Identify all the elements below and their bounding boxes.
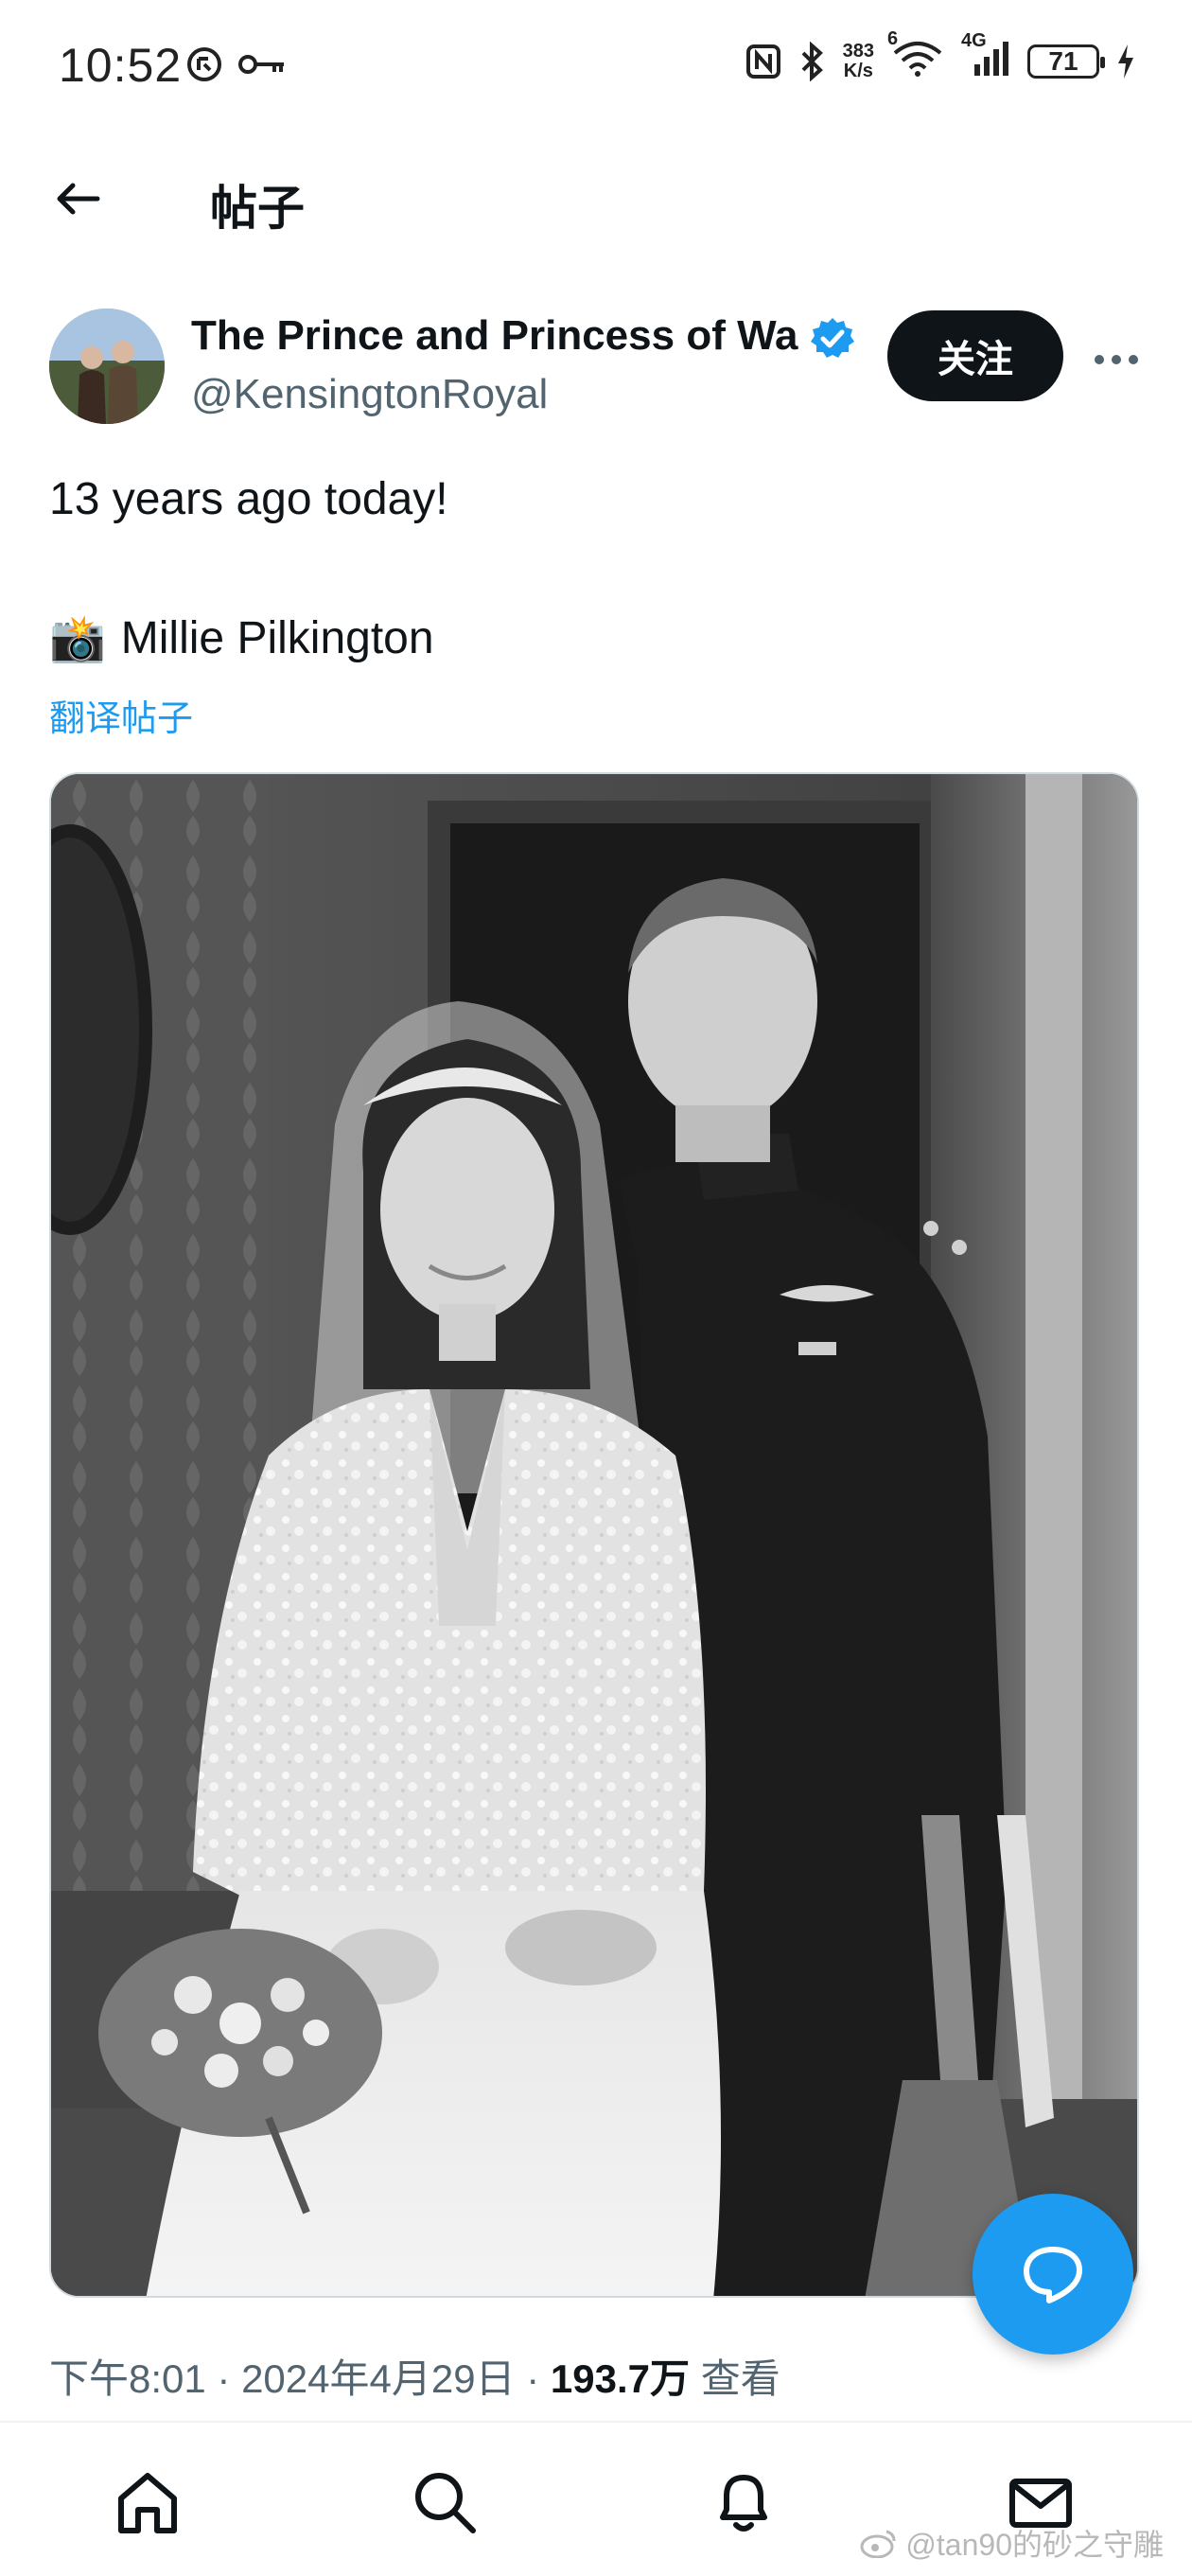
nav-notifications[interactable] bbox=[706, 2464, 781, 2540]
data-saver-icon bbox=[187, 47, 221, 81]
translate-post-link[interactable]: 翻译帖子 bbox=[49, 689, 193, 741]
search-icon bbox=[415, 2473, 476, 2533]
follow-button[interactable]: 关注 bbox=[887, 310, 1063, 401]
charging-icon bbox=[1118, 44, 1133, 79]
post-photo[interactable] bbox=[49, 772, 1139, 2298]
bell-icon bbox=[720, 2475, 767, 2532]
status-bar: 10:52 383 K/s 6 4G 71 bbox=[0, 0, 1192, 132]
watermark: @tan90的砂之守雕 bbox=[860, 2521, 1164, 2565]
avatar[interactable] bbox=[49, 309, 165, 424]
nav-search[interactable] bbox=[407, 2464, 482, 2540]
status-time: 10:52 bbox=[59, 39, 183, 92]
weibo-logo-icon bbox=[860, 2530, 896, 2558]
bluetooth-icon bbox=[801, 41, 823, 81]
post-author: The Prince and Princess of Wa @Kensingto… bbox=[0, 303, 1192, 435]
network-speed: 383 K/s bbox=[842, 40, 874, 81]
nav-home[interactable] bbox=[110, 2464, 185, 2540]
post-date: 2024年4月29日 bbox=[241, 2356, 516, 2401]
views-label: 查看 bbox=[700, 2356, 780, 2401]
more-button[interactable] bbox=[1088, 331, 1145, 388]
top-bar: 帖子 bbox=[0, 142, 1192, 256]
home-icon bbox=[118, 2473, 177, 2533]
watermark-text: @tan90的砂之守雕 bbox=[905, 2528, 1164, 2562]
wifi-label: 6 bbox=[887, 28, 899, 49]
avatar-image bbox=[49, 309, 165, 424]
network-type: 4G bbox=[961, 30, 987, 51]
nfc-icon bbox=[745, 44, 780, 79]
post-time: 下午8:01 bbox=[49, 2356, 206, 2401]
post-meta: 下午8:01 · 2024年4月29日 · 193.7万 查看 bbox=[49, 2356, 780, 2401]
battery-indicator: 71 bbox=[1027, 44, 1105, 79]
compose-reply-button[interactable] bbox=[973, 2194, 1133, 2355]
post-text: 13 years ago today! bbox=[49, 474, 448, 524]
wifi-icon bbox=[893, 42, 942, 77]
verified-badge-icon bbox=[811, 318, 854, 358]
credit-name: Millie Pilkington bbox=[120, 613, 434, 663]
photo-credit: 📸 Millie Pilkington bbox=[49, 611, 434, 665]
wedding-photo bbox=[51, 774, 1137, 2296]
arrow-left-icon bbox=[57, 183, 100, 215]
reply-bubble-icon bbox=[1024, 2247, 1082, 2303]
key-icon bbox=[238, 55, 284, 74]
back-button[interactable] bbox=[49, 170, 106, 227]
views-count: 193.7万 bbox=[550, 2356, 691, 2401]
display-name[interactable]: The Prince and Princess of Wa bbox=[191, 312, 804, 360]
more-horizontal-icon bbox=[1095, 355, 1138, 364]
page-title: 帖子 bbox=[210, 182, 305, 235]
user-handle[interactable]: @KensingtonRoyal bbox=[191, 371, 548, 418]
camera-flash-emoji: 📸 bbox=[49, 614, 106, 664]
